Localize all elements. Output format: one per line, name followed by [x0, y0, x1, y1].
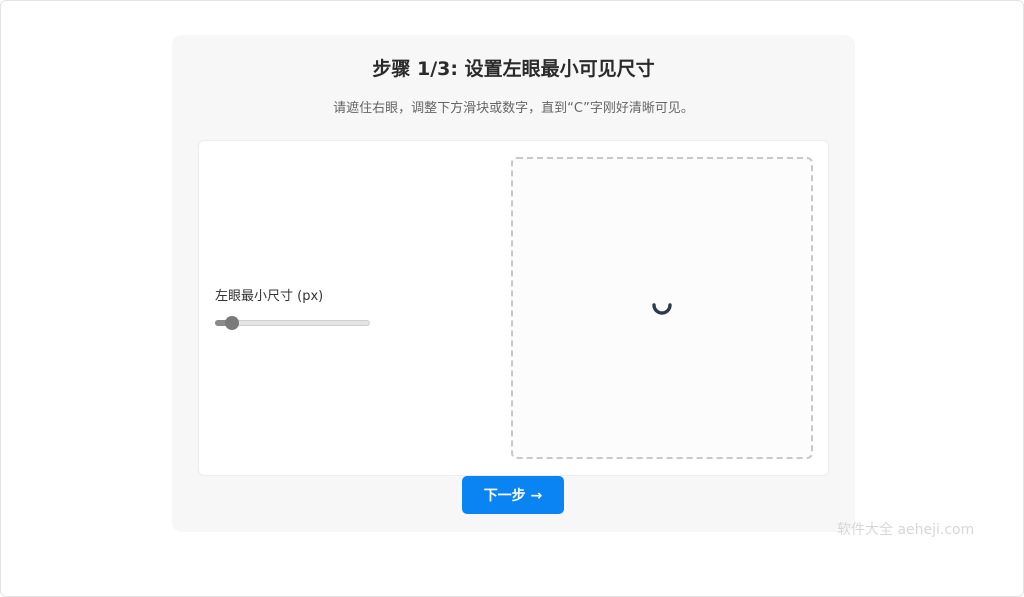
size-control: 左眼最小尺寸 (px) [215, 287, 415, 330]
app-window: 步骤 1/3: 设置左眼最小可见尺寸 请遮住右眼，调整下方滑块或数字，直到“C”… [0, 0, 1024, 597]
instruction-text: 请遮住右眼，调整下方滑块或数字，直到“C”字刚好清晰可见。 [333, 101, 694, 116]
size-slider[interactable] [215, 315, 370, 330]
loading-spinner-icon [652, 303, 672, 315]
optotype-preview-area [511, 157, 813, 459]
calibration-card: 步骤 1/3: 设置左眼最小可见尺寸 请遮住右眼，调整下方滑块或数字，直到“C”… [172, 35, 855, 532]
watermark-text: 软件大全 aeheji.com [837, 522, 975, 538]
slider-thumb[interactable] [225, 316, 239, 330]
calibration-panel: 左眼最小尺寸 (px) [198, 140, 829, 476]
next-step-button[interactable]: 下一步 → [462, 476, 564, 514]
step-title: 步骤 1/3: 设置左眼最小可见尺寸 [372, 58, 655, 80]
size-slider-label: 左眼最小尺寸 (px) [215, 289, 324, 304]
